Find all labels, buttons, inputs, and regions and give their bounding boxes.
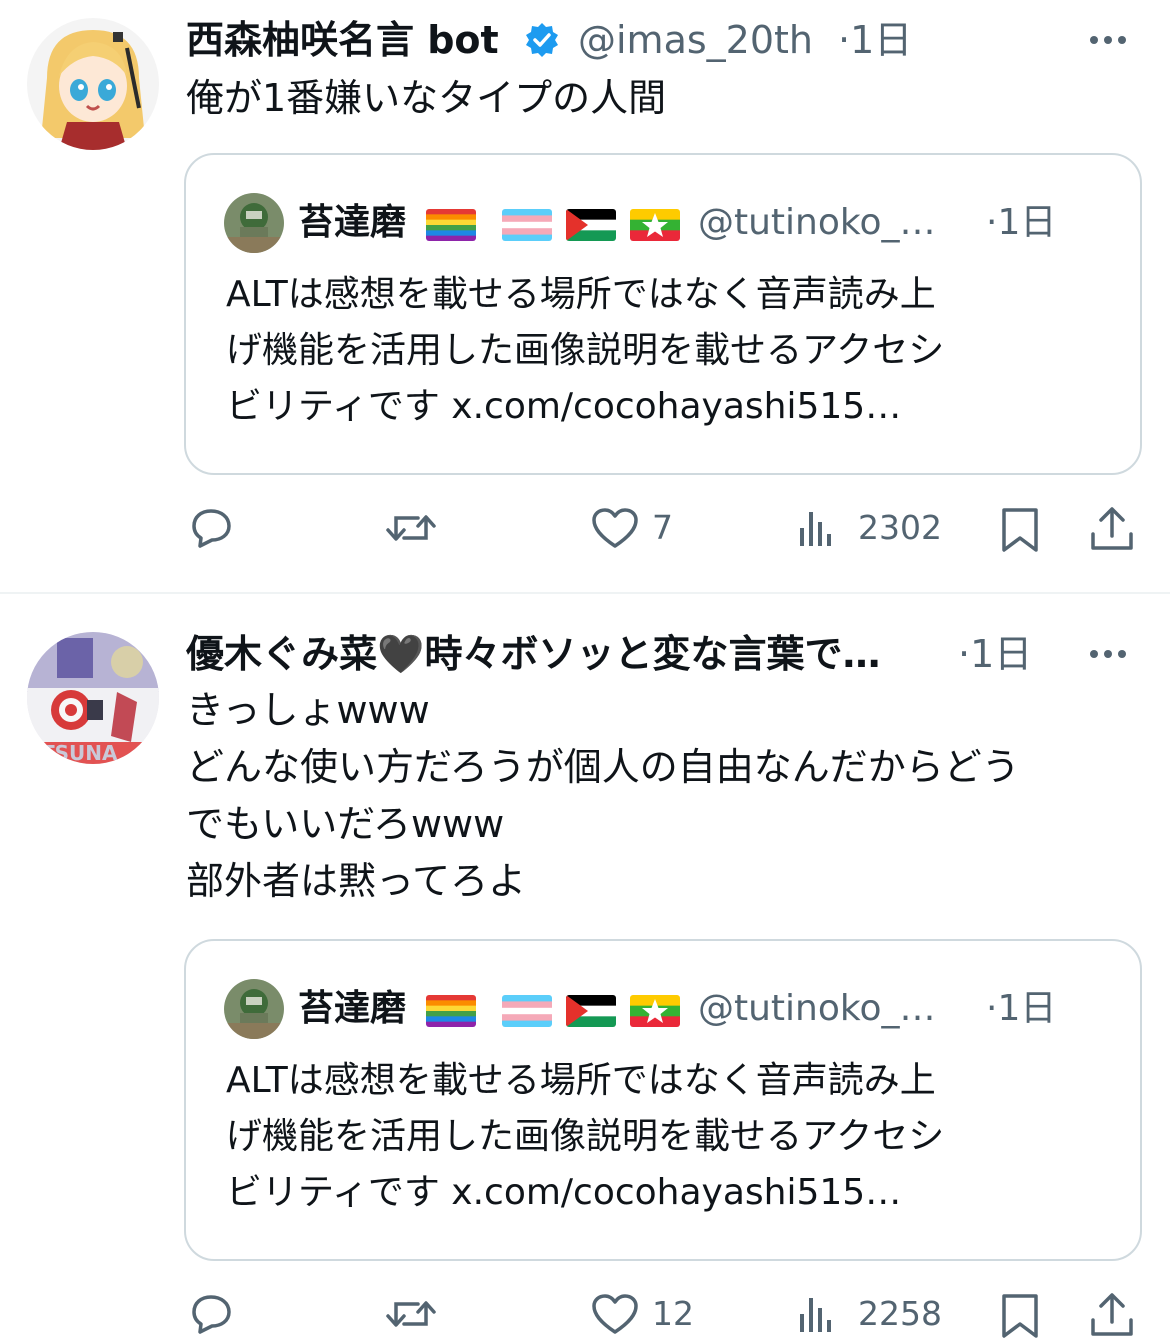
quoted-author-handle[interactable]: @tutinoko_…	[698, 983, 935, 1035]
svg-text:TSUNA: TSUNA	[41, 741, 118, 764]
divider	[0, 592, 1170, 594]
quoted-timestamp[interactable]: ·1日	[986, 983, 1056, 1035]
quoted-author-handle[interactable]: @tutinoko_…	[698, 197, 935, 249]
quoted-author-name[interactable]: 苔達磨	[298, 197, 406, 249]
like-button[interactable]: 12	[590, 1284, 700, 1344]
view-count: 2258	[858, 1294, 942, 1333]
repost-button[interactable]	[384, 1284, 444, 1344]
view-count: 2302	[858, 508, 942, 547]
quoted-avatar[interactable]	[224, 979, 284, 1039]
more-options-icon[interactable]	[1086, 644, 1130, 664]
quoted-tweet[interactable]: 苔達磨 @tutinoko_… ·1日 ALTは感想を載せる場所ではなく音声読み…	[184, 939, 1142, 1261]
author-name[interactable]: 優木ぐみ菜🖤時々ボソッと変な言葉で…	[186, 628, 880, 680]
avatar[interactable]: TSUNA	[27, 632, 159, 764]
action-bar: 7 2302	[186, 498, 1146, 558]
myanmar-flag-icon	[630, 209, 680, 241]
reply-icon	[192, 1295, 231, 1334]
share-icon	[1091, 1293, 1133, 1336]
transgender-flag-icon	[502, 995, 552, 1027]
quoted-tweet[interactable]: 苔達磨 @tutinoko_… ·1日 ALTは感想を載せる場所ではなく音声読み…	[184, 153, 1142, 475]
reply-button[interactable]	[186, 1284, 246, 1344]
like-count: 7	[652, 508, 673, 547]
quoted-tweet-text: ALTは感想を載せる場所ではなく音声読み上 げ機能を活用した画像説明を載せるアク…	[226, 274, 945, 427]
analytics-icon	[800, 1298, 831, 1332]
timestamp[interactable]: ·1日	[958, 628, 1032, 680]
views-button[interactable]: 2258	[794, 1284, 954, 1344]
author-name[interactable]: 西森柚咲名言 bot	[186, 14, 499, 66]
views-button[interactable]: 2302	[794, 498, 954, 558]
bookmark-button[interactable]	[998, 1284, 1042, 1344]
palestine-flag-icon	[566, 995, 616, 1027]
author-handle[interactable]: @imas_20th	[578, 14, 813, 66]
tweet-text: きっしょwww どんな使い方だろうが個人の自由なんだからどう でもいいだろwww…	[186, 688, 1020, 903]
rainbow-flag-icon	[426, 209, 476, 241]
share-icon	[1091, 507, 1133, 550]
myanmar-flag-icon	[630, 995, 680, 1027]
heart-icon	[592, 508, 638, 548]
bookmark-button[interactable]	[998, 498, 1042, 558]
reply-icon	[192, 509, 231, 548]
timestamp[interactable]: ·1日	[838, 14, 912, 66]
like-button[interactable]: 7	[590, 498, 690, 558]
heart-icon	[592, 1294, 638, 1334]
repost-icon	[386, 1301, 436, 1327]
avatar[interactable]	[27, 18, 159, 150]
verified-badge-icon	[526, 23, 558, 57]
reply-button[interactable]	[186, 498, 246, 558]
share-button[interactable]	[1088, 498, 1136, 558]
tweet[interactable]: 西森柚咲名言 bot @imas_20th ·1日 俺が1番嫌いなタイプの人間 …	[0, 0, 1170, 592]
action-bar: 12 2258	[186, 1284, 1146, 1344]
share-button[interactable]	[1088, 1284, 1136, 1344]
palestine-flag-icon	[566, 209, 616, 241]
repost-button[interactable]	[384, 498, 444, 558]
quoted-tweet-text: ALTは感想を載せる場所ではなく音声読み上 げ機能を活用した画像説明を載せるアク…	[226, 1060, 945, 1213]
bookmark-icon	[1002, 508, 1038, 552]
repost-icon	[386, 515, 436, 541]
transgender-flag-icon	[502, 209, 552, 241]
quoted-timestamp[interactable]: ·1日	[986, 197, 1056, 249]
tweet[interactable]: TSUNA 優木ぐみ菜🖤時々ボソッと変な言葉で… ·1日 きっしょwww どんな…	[0, 596, 1170, 1344]
like-count: 12	[652, 1294, 694, 1333]
quoted-author-name[interactable]: 苔達磨	[298, 983, 406, 1035]
bookmark-icon	[1002, 1294, 1038, 1338]
tweet-text: 俺が1番嫌いなタイプの人間	[186, 76, 667, 120]
rainbow-flag-icon	[426, 995, 476, 1027]
quoted-avatar[interactable]	[224, 193, 284, 253]
more-options-icon[interactable]	[1086, 30, 1130, 50]
analytics-icon	[800, 512, 831, 546]
